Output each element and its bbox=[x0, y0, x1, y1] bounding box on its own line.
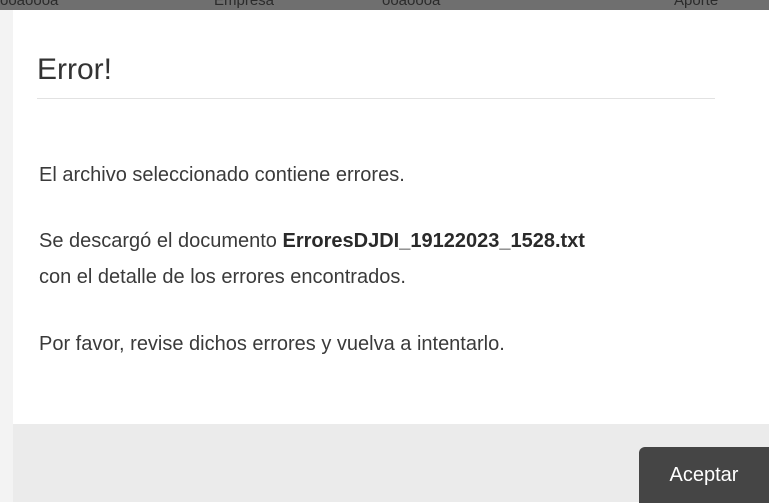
background-cell: Empresa bbox=[214, 0, 275, 9]
background-cell: Aporte bbox=[674, 0, 719, 9]
error-message: El archivo seleccionado contiene errores… bbox=[39, 164, 405, 186]
error-filename: ErroresDJDI_19122023_1528.txt bbox=[282, 230, 585, 252]
background-table-row: ooaoooa Empresa ooaoooa Aporte bbox=[0, 0, 769, 10]
dialog-title: Error! bbox=[37, 53, 112, 86]
retry-message: Por favor, revise dichos errores y vuelv… bbox=[39, 333, 505, 355]
download-message-suffix: con el detalle de los errores encontrado… bbox=[39, 266, 406, 288]
download-message-prefix: Se descargó el documento bbox=[39, 230, 283, 252]
backdrop-edge bbox=[0, 10, 13, 502]
accept-button[interactable]: Aceptar bbox=[639, 447, 769, 503]
dialog-footer: Aceptar bbox=[13, 424, 769, 503]
background-cell: ooaoooa bbox=[382, 0, 441, 9]
download-message: Se descargó el documento ErroresDJDI_191… bbox=[39, 223, 759, 295]
error-dialog: Error! El archivo seleccionado contiene … bbox=[13, 10, 769, 503]
background-cell: ooaoooa bbox=[0, 0, 59, 9]
title-divider bbox=[37, 98, 715, 99]
